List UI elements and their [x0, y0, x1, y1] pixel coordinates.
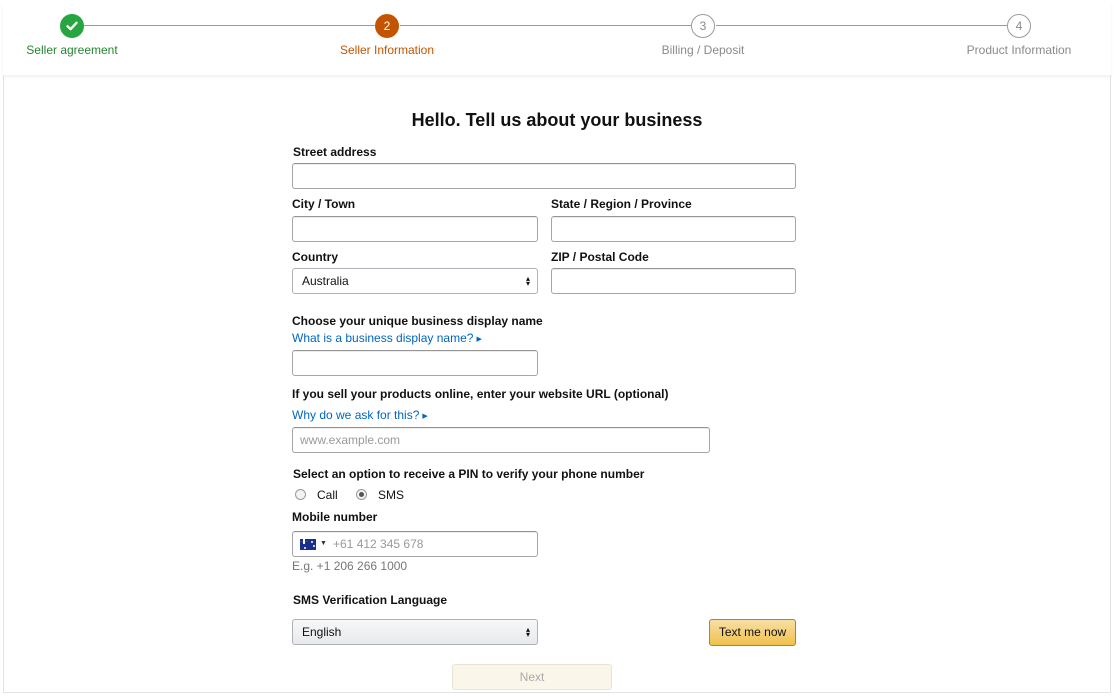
- progress-stepper: 2 3 4 Seller agreement Seller Informatio…: [3, 2, 1111, 75]
- country-label: Country: [292, 250, 338, 264]
- city-label: City / Town: [292, 197, 356, 211]
- call-radio[interactable]: [295, 489, 306, 500]
- step-2-circle: 2: [375, 14, 399, 38]
- country-code-dropdown[interactable]: ▼: [300, 539, 330, 550]
- country-select[interactable]: Australia ▴ ▾: [292, 268, 538, 294]
- step-connector: [716, 25, 1007, 26]
- mobile-number-label: Mobile number: [292, 510, 378, 524]
- city-input[interactable]: [292, 216, 538, 242]
- page-title: Hello. Tell us about your business: [411, 110, 703, 130]
- country-select-value: Australia: [302, 274, 349, 288]
- call-option-label: Call: [317, 488, 338, 502]
- mobile-number-placeholder: +61 412 345 678: [333, 537, 424, 551]
- state-label: State / Region / Province: [551, 197, 692, 211]
- select-arrows-icon: ▴ ▾: [525, 274, 530, 288]
- pin-option-label: Select an option to receive a PIN to ver…: [293, 467, 645, 481]
- step-4-circle: 4: [1007, 14, 1031, 38]
- australia-flag-icon: [300, 539, 316, 550]
- display-name-input[interactable]: [292, 350, 538, 376]
- street-address-input[interactable]: [292, 163, 796, 189]
- step-connector: [84, 25, 375, 26]
- text-me-now-button[interactable]: Text me now: [709, 619, 796, 646]
- street-address-label: Street address: [293, 145, 377, 159]
- step-2-label: Seller Information: [339, 43, 435, 57]
- website-help-link[interactable]: Why do we ask for this? ▶: [292, 408, 428, 422]
- website-help-text: Why do we ask for this?: [292, 408, 420, 422]
- display-name-label: Choose your unique business display name: [292, 314, 543, 328]
- display-name-help-link[interactable]: What is a business display name? ▶: [292, 331, 482, 345]
- select-arrows-icon: ▴ ▾: [525, 625, 530, 639]
- zip-label: ZIP / Postal Code: [551, 250, 649, 264]
- next-button[interactable]: Next: [452, 664, 612, 690]
- sms-language-value: English: [302, 625, 342, 639]
- caret-down-icon: ▼: [320, 540, 327, 547]
- mobile-example-hint: E.g. +1 206 266 1000: [292, 559, 408, 573]
- website-label: If you sell your products online, enter …: [292, 387, 669, 401]
- step-3-circle: 3: [691, 14, 715, 38]
- sms-language-select[interactable]: English ▴ ▾: [292, 619, 538, 645]
- state-input[interactable]: [551, 216, 796, 242]
- step-1-check-icon: [60, 14, 84, 38]
- step-4-label: Product Information: [966, 43, 1072, 57]
- step-connector: [400, 25, 691, 26]
- step-1-label: Seller agreement: [26, 43, 118, 57]
- mobile-number-field[interactable]: ▼ +61 412 345 678: [292, 531, 538, 557]
- page-frame: [3, 2, 1111, 693]
- zip-input[interactable]: [551, 268, 796, 294]
- sms-language-label: SMS Verification Language: [293, 593, 448, 607]
- sms-radio[interactable]: [356, 489, 367, 500]
- website-input[interactable]: www.example.com: [292, 427, 710, 453]
- display-name-help-text: What is a business display name?: [292, 331, 474, 345]
- caret-right-icon: ▶: [476, 336, 482, 343]
- sms-option-label: SMS: [378, 488, 405, 502]
- caret-right-icon: ▶: [422, 413, 428, 420]
- step-3-label: Billing / Deposit: [661, 43, 745, 57]
